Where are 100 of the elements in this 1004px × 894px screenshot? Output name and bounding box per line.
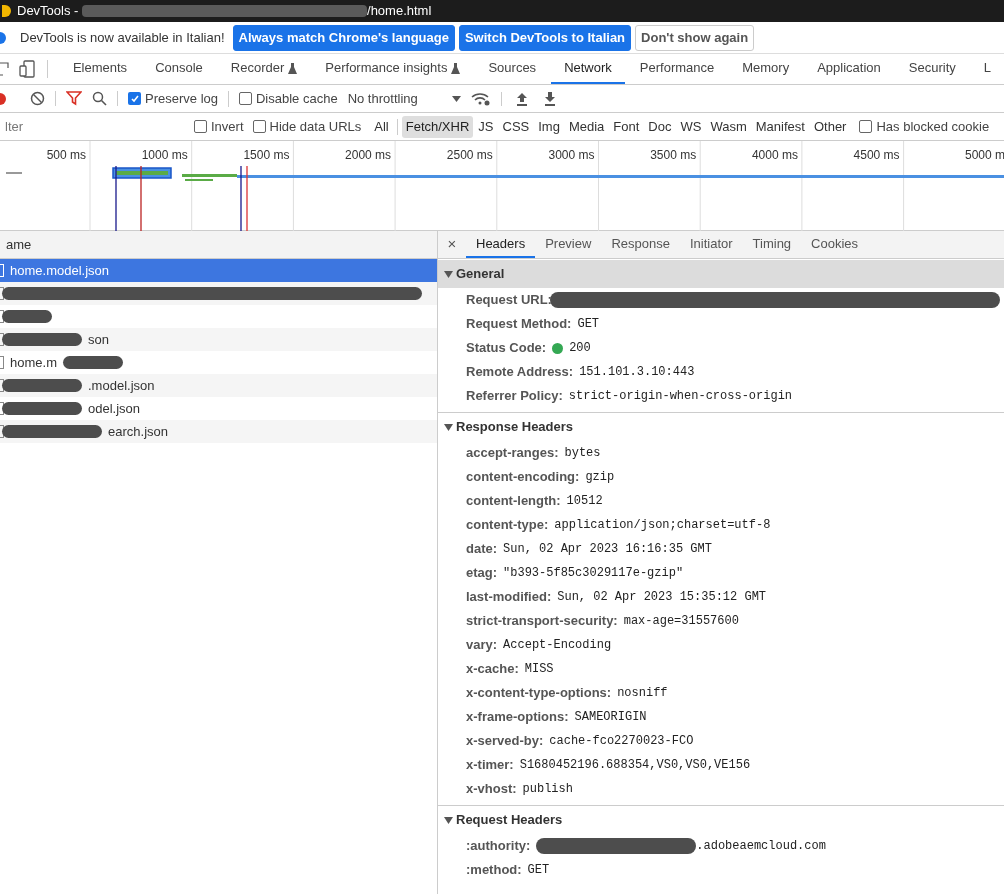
request-row[interactable]: .model.json bbox=[0, 374, 437, 397]
request-row[interactable]: home.model.json bbox=[0, 259, 437, 282]
detail-tab[interactable]: Timing bbox=[742, 231, 802, 258]
request-row[interactable]: son bbox=[0, 328, 437, 351]
section-header[interactable]: Request Headers bbox=[438, 806, 1004, 834]
checkbox-label[interactable]: Hide data URLs bbox=[269, 116, 362, 137]
header-name: date: bbox=[466, 540, 498, 559]
request-row[interactable]: earch.json bbox=[0, 420, 437, 443]
filter-type-button[interactable]: Wasm bbox=[706, 115, 751, 138]
checkbox[interactable] bbox=[128, 92, 141, 105]
filter-type-button[interactable]: Manifest bbox=[751, 115, 809, 138]
header-name: strict-transport-security: bbox=[466, 612, 618, 631]
filter-type-button[interactable]: WS bbox=[676, 115, 706, 138]
checkbox[interactable] bbox=[239, 92, 252, 105]
panel-tab[interactable]: L bbox=[970, 54, 1004, 84]
header-value: max-age=31557600 bbox=[623, 613, 739, 630]
request-name[interactable]: son bbox=[88, 329, 109, 350]
section-header[interactable]: General bbox=[438, 260, 1004, 288]
info-icon bbox=[0, 31, 6, 44]
header-value: S1680452196.688354,VS0,VS0,VE156 bbox=[519, 757, 751, 774]
panel-tab[interactable]: Application bbox=[804, 54, 894, 84]
record-icon[interactable] bbox=[0, 92, 6, 105]
header-value: GET bbox=[577, 316, 600, 333]
request-name[interactable]: earch.json bbox=[108, 421, 168, 442]
header-name: accept-ranges: bbox=[466, 444, 559, 463]
filter-type-button[interactable]: Fetch/XHR bbox=[401, 115, 474, 138]
column-header[interactable]: ame bbox=[0, 231, 437, 259]
header-name: :method: bbox=[466, 861, 522, 880]
filter-type-button[interactable]: All bbox=[370, 115, 393, 138]
request-name[interactable]: odel.json bbox=[88, 398, 141, 419]
header-name: x-frame-options: bbox=[466, 708, 569, 727]
throttling-dropdown[interactable]: No throttling bbox=[347, 88, 461, 109]
header-name: Request Method: bbox=[466, 315, 572, 334]
header-value: SAMEORIGIN bbox=[574, 709, 647, 726]
panel-tab[interactable]: Security bbox=[895, 54, 969, 84]
header-name: content-length: bbox=[466, 492, 561, 511]
filter-type-button[interactable]: Doc bbox=[644, 115, 676, 138]
detail-tab[interactable]: Preview bbox=[535, 231, 602, 258]
panel-tab[interactable]: Recorder bbox=[217, 54, 311, 84]
section-header[interactable]: Response Headers bbox=[438, 413, 1004, 441]
infobar-button[interactable]: Don't show again bbox=[635, 24, 755, 51]
detail-tab[interactable]: Initiator bbox=[679, 231, 743, 258]
timeline-tick-label: 3500 ms bbox=[650, 147, 697, 164]
header-name: Request URL: bbox=[466, 291, 552, 310]
inspect-icon[interactable] bbox=[0, 61, 10, 77]
header-name: x-content-type-options: bbox=[466, 684, 612, 703]
checkbox-label[interactable]: Preserve log bbox=[145, 88, 218, 109]
close-button[interactable]: × bbox=[438, 231, 466, 258]
filter-icon[interactable] bbox=[66, 91, 82, 106]
checkbox[interactable] bbox=[252, 120, 266, 133]
wifi-settings-icon[interactable] bbox=[470, 91, 502, 106]
header-name: vary: bbox=[466, 636, 498, 655]
infobar-button[interactable]: Switch DevTools to Italian bbox=[458, 24, 632, 51]
request-name[interactable]: home.m bbox=[10, 352, 57, 373]
checkbox-label[interactable]: Disable cache bbox=[256, 88, 338, 109]
header-name: :authority: bbox=[466, 837, 531, 856]
disclosure-triangle-icon[interactable] bbox=[444, 423, 453, 431]
panel-tab[interactable]: Network bbox=[551, 54, 625, 84]
panel-tab[interactable]: Performance insights bbox=[312, 54, 474, 84]
filter-type-button[interactable]: Other bbox=[809, 115, 851, 138]
timeline-tick-label: 4500 ms bbox=[853, 147, 900, 164]
checkbox[interactable] bbox=[194, 120, 207, 133]
device-icon[interactable] bbox=[18, 60, 36, 78]
detail-tab[interactable]: Headers bbox=[466, 231, 536, 258]
panel-tab[interactable]: Sources bbox=[475, 54, 550, 84]
detail-tab[interactable]: Response bbox=[601, 231, 680, 258]
timeline-tick-label: 3000 ms bbox=[548, 147, 595, 164]
checkbox-label[interactable]: Has blocked cookie bbox=[876, 116, 990, 137]
filter-type-button[interactable]: Media bbox=[564, 115, 609, 138]
header-value: gzip bbox=[585, 469, 615, 486]
request-row[interactable] bbox=[0, 282, 437, 305]
filter-type-button[interactable]: Font bbox=[609, 115, 644, 138]
timeline-tick-label: 1000 ms bbox=[141, 147, 188, 164]
filter-type-button[interactable]: Img bbox=[534, 115, 564, 138]
filter-type-button[interactable]: CSS bbox=[498, 115, 534, 138]
header-value: GET bbox=[527, 862, 550, 879]
disclosure-triangle-icon[interactable] bbox=[444, 270, 453, 278]
checkbox-label[interactable]: Invert bbox=[211, 116, 244, 137]
panel-tab[interactable]: Memory bbox=[729, 54, 803, 84]
header-value: Accept-Encoding bbox=[503, 637, 612, 654]
panel-tab[interactable]: Elements bbox=[59, 54, 141, 84]
infobar-button[interactable]: Always match Chrome's language bbox=[232, 24, 455, 51]
header-value: cache-fco2270023-FCO bbox=[549, 733, 694, 750]
request-name[interactable]: .model.json bbox=[88, 375, 155, 396]
caret-icon bbox=[451, 95, 461, 102]
disclosure-triangle-icon[interactable] bbox=[444, 816, 453, 824]
detail-tab[interactable]: Cookies bbox=[801, 231, 869, 258]
checkbox[interactable] bbox=[859, 120, 873, 133]
header-value: "b393-5f85c3029117e-gzip" bbox=[503, 565, 684, 582]
header-value: .adobeaemcloud.com bbox=[696, 838, 826, 855]
header-value: Sun, 02 Apr 2023 16:16:35 GMT bbox=[503, 541, 712, 558]
request-name[interactable]: home.model.json bbox=[10, 260, 109, 281]
header-name: content-type: bbox=[466, 516, 549, 535]
panel-tab[interactable]: Console bbox=[142, 54, 216, 84]
filter-type-button[interactable]: JS bbox=[474, 115, 498, 138]
header-value: publish bbox=[522, 781, 573, 798]
header-value: 200 bbox=[569, 340, 591, 357]
timeline-tick-label: 2500 ms bbox=[446, 147, 493, 164]
panel-tab[interactable]: Performance bbox=[626, 54, 728, 84]
search-icon[interactable] bbox=[92, 91, 118, 106]
